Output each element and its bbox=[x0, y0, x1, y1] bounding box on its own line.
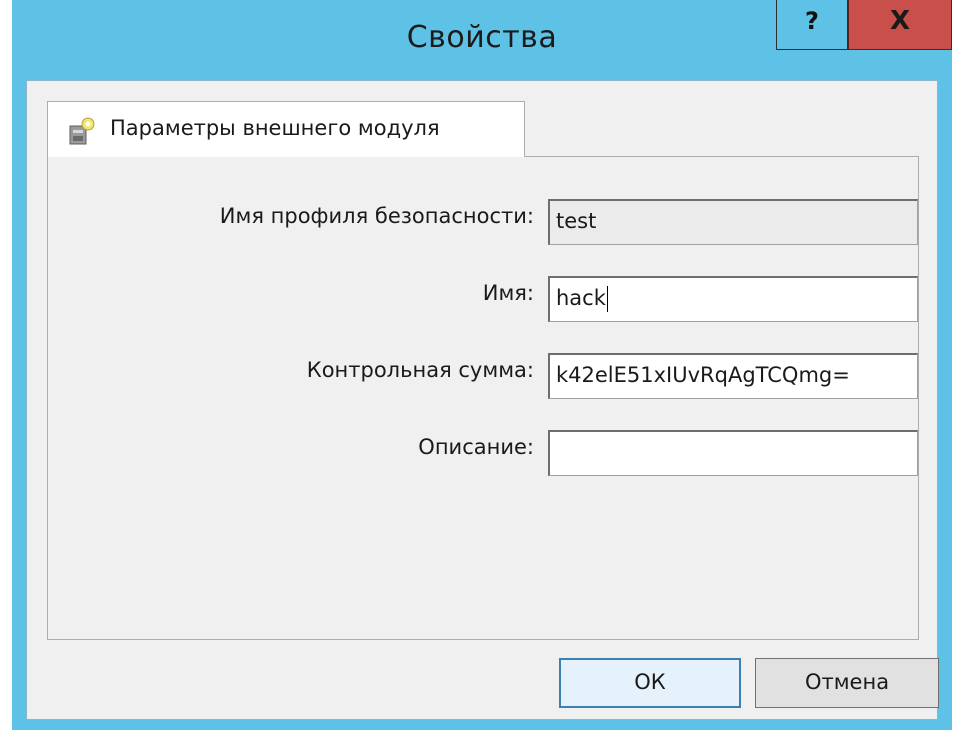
cancel-button[interactable]: Отмена bbox=[755, 658, 939, 708]
checksum-field[interactable]: k42elE51xIUvRqAgTCQmg= bbox=[548, 353, 918, 399]
tab-module-parameters[interactable]: Параметры внешнего модуля bbox=[47, 101, 525, 157]
name-field-value: hack bbox=[556, 286, 606, 310]
title-bar[interactable]: Свойства ? X bbox=[12, 0, 952, 80]
tab-label: Параметры внешнего модуля bbox=[110, 116, 440, 140]
profile-name-label: Имя профиля безопасности: bbox=[219, 204, 534, 228]
description-label: Описание: bbox=[418, 435, 534, 459]
ok-button[interactable]: ОК bbox=[559, 658, 741, 708]
close-button[interactable]: X bbox=[848, 0, 952, 50]
description-field[interactable] bbox=[548, 430, 918, 476]
checksum-label: Контрольная сумма: bbox=[306, 358, 534, 382]
properties-dialog: Свойства ? X Параметры внешнего модуля И… bbox=[12, 0, 952, 730]
profile-name-field: test bbox=[548, 199, 918, 245]
module-icon bbox=[68, 116, 96, 146]
name-label: Имя: bbox=[482, 281, 534, 305]
tab-panel: Имя профиля безопасности: test Имя: hack… bbox=[47, 156, 919, 640]
dialog-client-area: Параметры внешнего модуля Имя профиля бе… bbox=[26, 80, 939, 720]
text-cursor bbox=[606, 286, 609, 312]
help-button[interactable]: ? bbox=[776, 0, 848, 50]
name-field[interactable]: hack bbox=[548, 276, 918, 322]
